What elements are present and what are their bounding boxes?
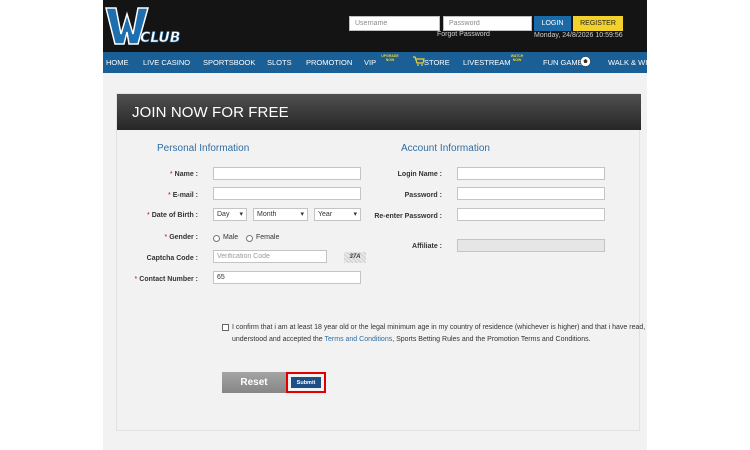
terms-link[interactable]: Terms and Conditions xyxy=(325,336,393,343)
terms-checkbox[interactable] xyxy=(222,324,229,331)
register-button[interactable]: REGISTER xyxy=(573,16,623,31)
nav-item-promotion[interactable]: PROMOTION xyxy=(306,58,352,67)
female-label: Female xyxy=(256,234,280,241)
nav-item-home[interactable]: HOME xyxy=(106,58,129,67)
affiliate-field xyxy=(457,239,605,252)
ball-icon xyxy=(580,56,591,67)
login-button[interactable]: LOGIN xyxy=(534,16,571,31)
page-title: JOIN NOW FOR FREE xyxy=(132,104,289,121)
nav-item-livestream[interactable]: LIVESTREAM xyxy=(463,58,511,67)
name-label: * Name : xyxy=(169,171,198,178)
month-select[interactable]: Month ▾ xyxy=(253,208,308,221)
stage: CLUB LOGIN REGISTER Forgot Password Mond… xyxy=(0,0,750,450)
registration-card: JOIN NOW FOR FREE Personal Information A… xyxy=(116,93,645,431)
captcha-field[interactable] xyxy=(213,250,327,263)
wclub-logo[interactable]: CLUB xyxy=(104,4,180,48)
nav-item-sportsbook[interactable]: SPORTSBOOK xyxy=(203,58,255,67)
password-label: Password : xyxy=(404,192,442,199)
nav-item-fun-game[interactable]: FUN GAME xyxy=(543,58,583,67)
male-radio[interactable] xyxy=(213,235,220,242)
affiliate-label: Affiliate : xyxy=(412,243,442,250)
reset-button[interactable]: Reset xyxy=(222,372,286,393)
submit-button[interactable]: Submit xyxy=(291,377,321,388)
gender-label: * Gender : xyxy=(164,234,198,241)
nav-item-live-casino[interactable]: LIVE CASINO xyxy=(143,58,190,67)
captcha-image: 37A xyxy=(344,252,366,263)
year-select[interactable]: Year ▾ xyxy=(314,208,361,221)
header: CLUB LOGIN REGISTER Forgot Password Mond… xyxy=(103,0,647,52)
main-nav: HOME LIVE CASINO SPORTSBOOK SLOTS PROMOT… xyxy=(103,52,647,73)
male-label: Male xyxy=(223,234,239,241)
datetime-display: Monday, 24/8/2026 10:59:56 xyxy=(534,32,623,39)
forgot-password-link[interactable]: Forgot Password xyxy=(437,31,490,38)
account-info-title: Account Information xyxy=(401,143,490,154)
card-title-bar: JOIN NOW FOR FREE xyxy=(117,94,641,130)
captcha-label: Captcha Code : xyxy=(146,255,198,262)
password-field[interactable] xyxy=(457,187,605,200)
day-select[interactable]: Day ▾ xyxy=(213,208,247,221)
nav-item-slots[interactable]: SLOTS xyxy=(267,58,292,67)
name-field[interactable] xyxy=(213,167,361,180)
reenter-password-field[interactable] xyxy=(457,208,605,221)
email-label: * E-mail : xyxy=(167,192,198,199)
livestream-badge: WATCH NOW xyxy=(510,54,524,62)
contact-field[interactable] xyxy=(213,271,361,284)
vip-badge: UPGRADE NOW xyxy=(381,54,399,62)
nav-item-walk-and-win[interactable]: WALK & WIN xyxy=(608,58,647,67)
login-name-label: Login Name : xyxy=(397,171,442,178)
contact-label: * Contact Number : xyxy=(134,276,198,283)
submit-highlight: Submit xyxy=(286,372,326,393)
page: CLUB LOGIN REGISTER Forgot Password Mond… xyxy=(103,0,647,450)
nav-item-vip[interactable]: VIP xyxy=(364,58,376,67)
personal-info-title: Personal Information xyxy=(157,143,250,154)
female-radio[interactable] xyxy=(246,235,253,242)
username-input[interactable] xyxy=(349,16,440,31)
reenter-password-label: Re-enter Password : xyxy=(374,213,442,220)
login-name-field[interactable] xyxy=(457,167,605,180)
dob-label: * Date of Birth : xyxy=(146,212,198,219)
svg-text:CLUB: CLUB xyxy=(140,30,180,46)
confirm-text: I confirm that i am at least 18 year old… xyxy=(232,324,646,343)
email-field[interactable] xyxy=(213,187,361,200)
nav-item-store[interactable]: STORE xyxy=(424,58,450,67)
password-input[interactable] xyxy=(443,16,532,31)
